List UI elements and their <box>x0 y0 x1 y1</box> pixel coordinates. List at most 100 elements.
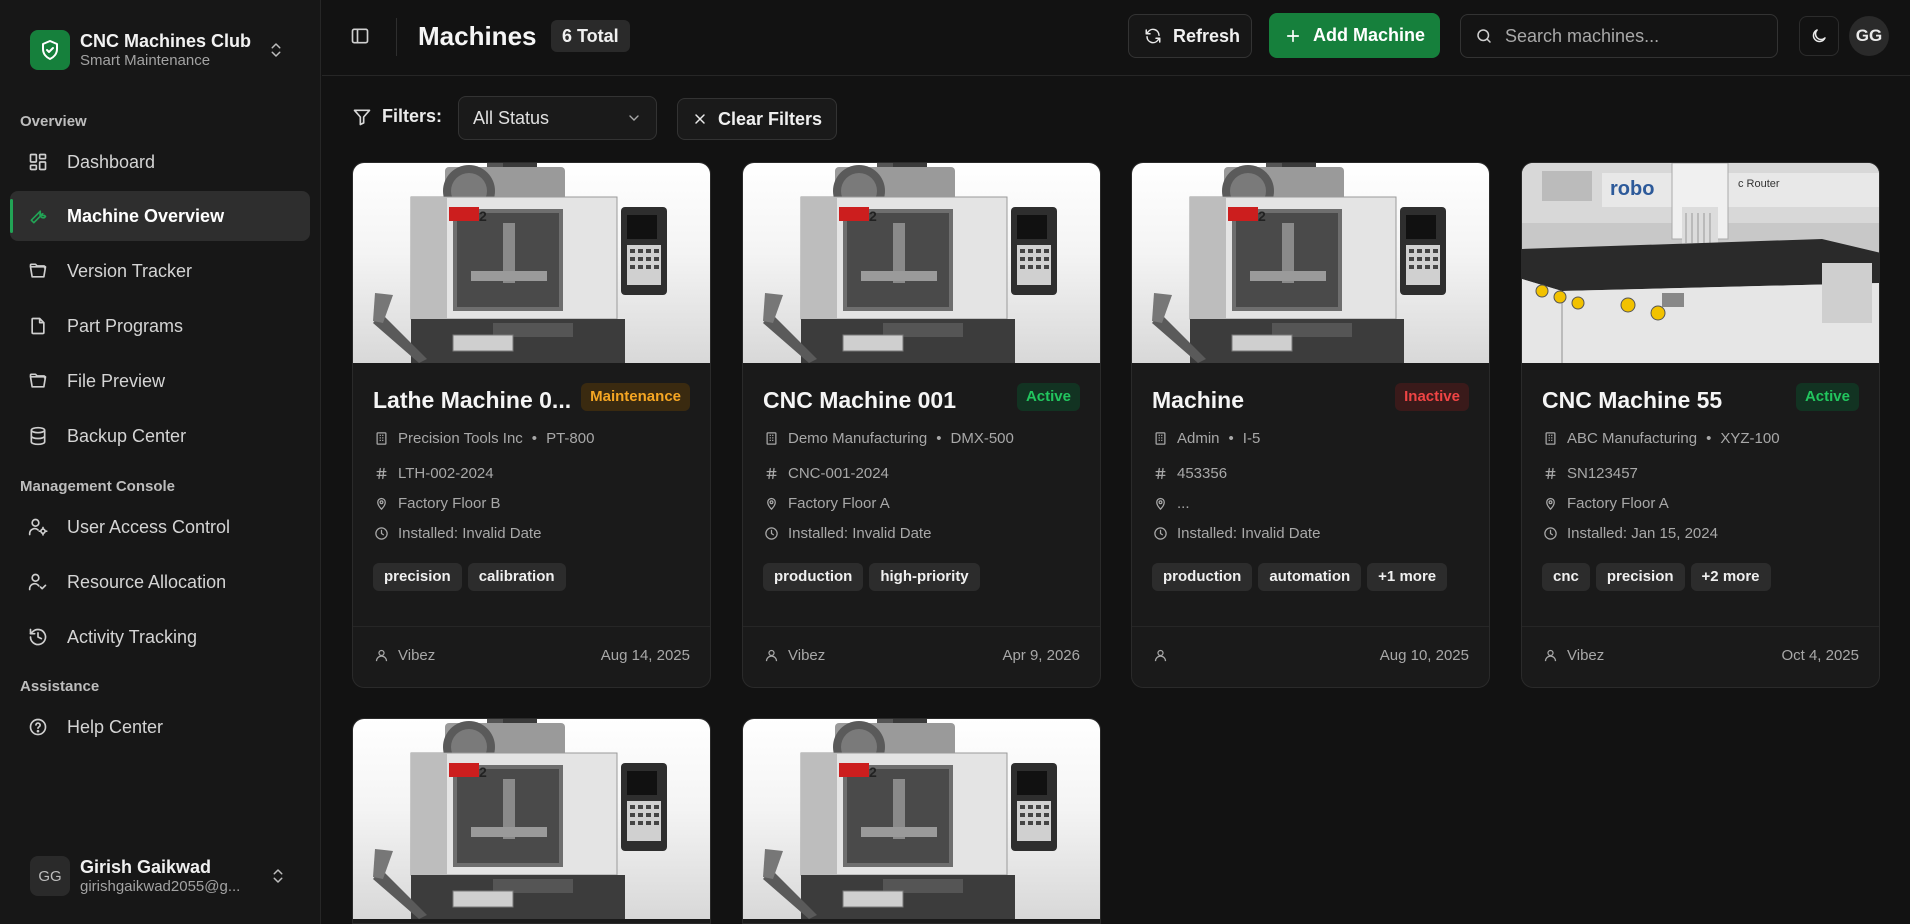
separator-dot: • <box>1228 430 1234 447</box>
machine-card[interactable]: 2 <box>742 718 1101 924</box>
owner-name: Vibez <box>788 647 826 664</box>
status-filter-select[interactable]: All Status <box>458 96 657 140</box>
sidebar-item-version-tracker[interactable]: Version Tracker <box>10 246 310 296</box>
serial-row: SN123457 <box>1542 465 1638 482</box>
model: PT-800 <box>546 430 595 447</box>
machine-image-svg: 2 <box>763 719 1057 919</box>
owner: Vibez <box>373 647 435 664</box>
workspace-switcher[interactable]: CNC Machines Club Smart Maintenance <box>20 22 298 78</box>
serial-number: SN123457 <box>1567 465 1638 482</box>
sidebar-item-label: Machine Overview <box>67 205 225 226</box>
machine-card[interactable]: 2 Machine Inactive Admin • I-5 453356... Insta… <box>1131 162 1490 688</box>
status-badge: Maintenance <box>581 383 690 411</box>
tag: +2 more <box>1690 563 1771 591</box>
avatar[interactable]: GG <box>1849 16 1889 56</box>
serial-number: 453356 <box>1177 465 1228 482</box>
installed-date: Installed: Invalid Date <box>398 525 542 542</box>
model: XYZ-100 <box>1720 430 1780 447</box>
model: I-5 <box>1242 430 1261 447</box>
filters-label-text: Filters: <box>382 106 443 126</box>
owner-name: Vibez <box>398 647 436 664</box>
clock-icon <box>373 526 389 542</box>
owner <box>1152 647 1177 663</box>
sidebar-toggle-button[interactable] <box>340 16 380 56</box>
machine-image-svg: robo c Router <box>1522 163 1879 363</box>
machine-image: 2 <box>353 163 710 363</box>
close-icon <box>692 111 708 127</box>
section-label-management: Management Console <box>20 478 176 495</box>
location-row: Factory Floor A <box>763 495 890 512</box>
manufacturer: Precision Tools Inc <box>398 430 523 447</box>
clear-filters-button[interactable]: Clear Filters <box>677 98 838 140</box>
model: DMX-500 <box>950 430 1014 447</box>
total-badge: 6 Total <box>551 20 630 52</box>
folder-open-icon <box>27 370 49 392</box>
sidebar-item-help-center[interactable]: Help Center <box>10 702 310 752</box>
machine-card[interactable]: 2 <box>352 718 711 924</box>
divider <box>396 18 397 56</box>
manufacturer-row: ABC Manufacturing • XYZ-100 <box>1542 430 1780 447</box>
search-box[interactable] <box>1460 14 1778 58</box>
machine-card[interactable]: robo c Router CNC Machine 55 Active ABC Ma… <box>1521 162 1880 688</box>
brand-subtitle: Smart Maintenance <box>80 52 211 69</box>
section-label-overview: Overview <box>20 113 87 130</box>
history-icon <box>27 626 49 648</box>
svg-text:2: 2 <box>869 208 877 224</box>
search-input[interactable] <box>1505 25 1755 47</box>
sidebar-item-label: User Access Control <box>67 516 231 537</box>
search-icon <box>1475 27 1493 45</box>
installed-date: Installed: Jan 15, 2024 <box>1567 525 1718 542</box>
machine-card[interactable]: 2 CNC Machine 001 Active Demo Manufacturin… <box>742 162 1101 688</box>
card-body: Machine Inactive Admin • I-5 453356... Install… <box>1132 363 1489 687</box>
panel-left-icon <box>351 28 369 44</box>
sidebar-item-label: Dashboard <box>67 151 156 172</box>
theme-toggle-button[interactable] <box>1799 16 1839 56</box>
shield-icon <box>30 30 70 70</box>
machine-image-svg: 2 <box>1152 163 1446 363</box>
user-menu[interactable]: GG Girish Gaikwad girishgaikwad2055@g... <box>20 848 300 904</box>
clock-icon <box>1542 526 1558 542</box>
sidebar-item-backup-center[interactable]: Backup Center <box>10 411 310 461</box>
manufacturer-row: Admin • I-5 <box>1152 430 1260 447</box>
machine-card[interactable]: 2 Lathe Machine 0... Maintenance Precision… <box>352 162 711 688</box>
hash-icon <box>1152 466 1168 482</box>
map-pin-icon <box>1542 496 1558 512</box>
sidebar-item-resource-allocation[interactable]: Resource Allocation <box>10 557 310 607</box>
tag: cnc <box>1542 563 1590 591</box>
sidebar-item-file-preview[interactable]: File Preview <box>10 356 310 406</box>
brand-title: CNC Machines Club <box>80 31 252 51</box>
location: ... <box>1177 495 1190 512</box>
card-footer: Vibez Aug 14, 2025 <box>353 626 710 687</box>
sidebar-item-dashboard[interactable]: Dashboard <box>10 137 310 187</box>
chevrons-up-down-icon <box>266 864 290 888</box>
sidebar-item-label: File Preview <box>67 370 166 391</box>
sidebar-item-user-access-control[interactable]: User Access Control <box>10 502 310 552</box>
card-footer: Vibez Apr 9, 2026 <box>743 626 1100 687</box>
tag-list: cnc precision +2 more <box>1542 563 1777 591</box>
refresh-button[interactable]: Refresh <box>1128 14 1252 58</box>
svg-text:2: 2 <box>1258 208 1266 224</box>
machine-image-svg: 2 <box>763 163 1057 363</box>
sidebar-item-part-programs[interactable]: Part Programs <box>10 301 310 351</box>
chevrons-up-down-icon <box>264 38 288 62</box>
installed-row: Installed: Invalid Date <box>763 525 931 542</box>
sidebar-item-machine-overview[interactable]: Machine Overview <box>10 191 310 241</box>
plus-icon <box>1283 26 1303 46</box>
building-icon <box>1542 431 1558 447</box>
status-filter-value: All Status <box>473 107 550 128</box>
installed-row: Installed: Invalid Date <box>373 525 541 542</box>
card-footer: Aug 10, 2025 <box>1132 626 1489 687</box>
tag: production <box>763 563 864 591</box>
manufacturer: Admin <box>1177 430 1220 447</box>
location: Factory Floor A <box>788 495 890 512</box>
sidebar-item-label: Resource Allocation <box>67 571 227 592</box>
card-body: CNC Machine 55 Active ABC Manufacturing • XY… <box>1522 363 1879 687</box>
user-name: Girish Gaikwad <box>80 857 212 877</box>
machine-image: 2 <box>743 719 1100 919</box>
location: Factory Floor A <box>1567 495 1669 512</box>
installed-date: Installed: Invalid Date <box>1177 525 1321 542</box>
sidebar-item-activity-tracking[interactable]: Activity Tracking <box>10 612 310 662</box>
chevron-down-icon <box>626 110 642 126</box>
manufacturer-row: Precision Tools Inc • PT-800 <box>373 430 594 447</box>
add-machine-button[interactable]: Add Machine <box>1269 13 1440 58</box>
